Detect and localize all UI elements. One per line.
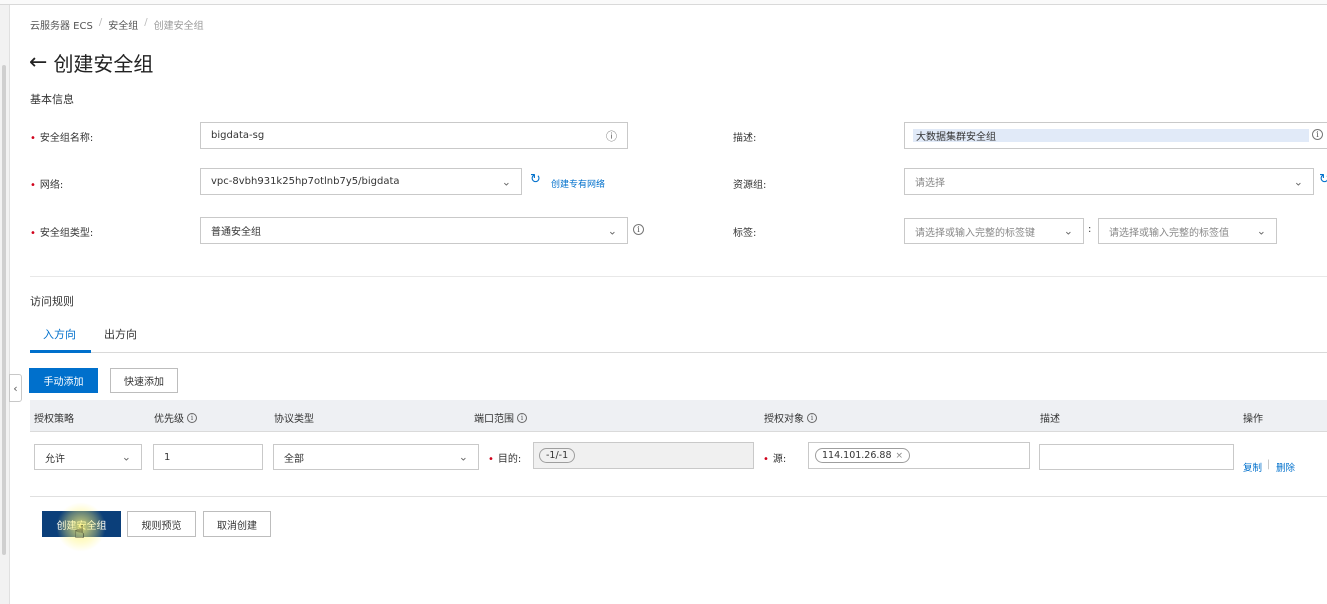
tag-key-placeholder: 请选择或输入完整的标签键 [915, 227, 1035, 239]
column-header-policy: 授权策略 [34, 414, 74, 425]
manual-add-button[interactable]: 手动添加 [29, 368, 98, 393]
resource-group-label: 资源组: [733, 180, 767, 191]
tag-value-select[interactable]: 请选择或输入完整的标签值 ⌄ [1098, 218, 1277, 244]
policy-select[interactable]: 允许 ⌄ [34, 444, 142, 470]
close-icon[interactable]: × [896, 451, 904, 461]
chevron-down-icon: ⌄ [1063, 224, 1073, 238]
tab-inbound[interactable]: 入方向 [43, 326, 76, 342]
port-range-input[interactable]: -1/-1 [533, 442, 754, 469]
required-asterisk: • [488, 454, 494, 465]
basic-info-title: 基本信息 [30, 93, 74, 106]
chevron-down-icon: ⌄ [607, 224, 617, 237]
type-select-value: 普通安全组 [211, 227, 261, 238]
copy-rule-link[interactable]: 复制 [1243, 460, 1262, 474]
column-header-description: 描述 [1040, 414, 1060, 425]
left-scrollbar[interactable] [0, 5, 10, 604]
tag-value-placeholder: 请选择或输入完整的标签值 [1109, 227, 1229, 239]
required-asterisk: • [30, 228, 36, 239]
column-header-auth-object: 授权对象 i [764, 410, 817, 425]
arrow-left-icon[interactable]: ← [29, 51, 47, 74]
network-select[interactable]: vpc-8vbh931k25hp7otlnb7y5/bigdata ⌄ [200, 168, 522, 195]
rule-description-input[interactable] [1039, 444, 1234, 470]
required-asterisk: • [30, 180, 36, 191]
source-input[interactable]: 114.101.26.88 × [808, 442, 1030, 469]
chevron-down-icon: ⌄ [1293, 175, 1303, 188]
name-input[interactable]: bigdata-sg ⓘ [200, 122, 628, 149]
description-input-value: 大数据集群安全组 [916, 132, 996, 143]
direction-tabs: 入方向 出方向 [30, 316, 1327, 353]
window-top-border [0, 0, 1327, 5]
column-header-actions: 操作 [1243, 414, 1263, 425]
page-title: ← 创建安全组 [29, 48, 153, 77]
name-label: • 安全组名称: [30, 133, 94, 144]
chevron-down-icon: ⌄ [458, 450, 468, 464]
priority-input-value: 1 [164, 451, 171, 463]
tag-key-select[interactable]: 请选择或输入完整的标签键 ⌄ [904, 218, 1084, 244]
column-header-port-range: 端口范围 i [474, 410, 527, 425]
refresh-icon[interactable]: ↻ [1319, 172, 1327, 187]
destination-label: • 目的: [488, 454, 522, 465]
desc-label: 描述: [733, 133, 757, 144]
breadcrumb-item-current: 创建安全组 [153, 21, 204, 32]
create-security-group-button[interactable]: 创建安全组 [42, 511, 121, 537]
page-title-text: 创建安全组 [53, 52, 154, 76]
chevron-down-icon: ⌄ [121, 450, 131, 464]
delete-rule-link[interactable]: 删除 [1276, 460, 1295, 474]
info-icon: i [1312, 129, 1323, 140]
tab-outbound[interactable]: 出方向 [104, 326, 137, 342]
description-input[interactable]: 大数据集群安全组 [904, 122, 1327, 149]
required-asterisk: • [30, 133, 36, 144]
type-label: • 安全组类型: [30, 228, 94, 239]
section-divider [30, 276, 1327, 277]
column-header-priority: 优先级 i [154, 410, 197, 425]
rules-table-header: 授权策略 优先级 i 协议类型 端口范围 i 授权对象 i 描述 操作 [30, 400, 1327, 432]
protocol-select-value: 全部 [284, 453, 304, 465]
quick-add-button[interactable]: 快速添加 [110, 368, 178, 393]
chevron-down-icon: ⌄ [501, 175, 511, 188]
active-tab-indicator [30, 350, 91, 353]
tags-label: 标签: [733, 228, 757, 239]
info-icon: i [517, 412, 527, 423]
resource-group-select[interactable]: 请选择 ⌄ [904, 168, 1314, 195]
required-asterisk: • [763, 454, 769, 465]
port-range-tag: -1/-1 [539, 448, 576, 463]
name-input-value: bigdata-sg [211, 130, 265, 141]
breadcrumb-separator: / [144, 17, 148, 28]
table-row-divider [30, 496, 1327, 497]
network-label: • 网络: [30, 180, 64, 191]
breadcrumb-item-security-group[interactable]: 安全组 [108, 17, 138, 32]
resource-group-placeholder: 请选择 [915, 178, 945, 189]
info-icon: i [807, 412, 817, 423]
protocol-select[interactable]: 全部 ⌄ [273, 444, 479, 470]
policy-select-value: 允许 [45, 453, 65, 465]
chevron-left-icon: ‹ [13, 381, 18, 395]
breadcrumb: 云服务器 ECS / 安全组 / 创建安全组 [30, 17, 204, 32]
network-select-value: vpc-8vbh931k25hp7otlnb7y5/bigdata [211, 176, 400, 187]
breadcrumb-separator: / [98, 17, 103, 28]
info-icon: i [633, 224, 644, 235]
cancel-create-button[interactable]: 取消创建 [203, 511, 271, 537]
info-icon: i [187, 412, 197, 423]
source-label: • 源: [763, 454, 787, 465]
source-ip-tag: 114.101.26.88 × [815, 448, 911, 463]
tag-separator: : [1088, 224, 1092, 235]
access-rules-title: 访问规则 [30, 295, 74, 308]
create-vpc-link[interactable]: 创建专有网络 [551, 177, 605, 190]
chevron-down-icon: ⌄ [1256, 224, 1266, 238]
priority-input[interactable]: 1 [153, 444, 263, 470]
collapse-sidebar-button[interactable]: ‹ [9, 374, 22, 402]
action-separator: | [1267, 459, 1271, 470]
info-icon: ⓘ [606, 129, 617, 143]
breadcrumb-item-ecs[interactable]: 云服务器 ECS [30, 17, 93, 32]
type-select[interactable]: 普通安全组 ⌄ [200, 217, 628, 244]
scrollbar-thumb[interactable] [2, 65, 6, 555]
rule-preview-button[interactable]: 规则预览 [127, 511, 196, 537]
refresh-icon[interactable]: ↻ [530, 172, 541, 187]
column-header-protocol: 协议类型 [274, 414, 314, 425]
